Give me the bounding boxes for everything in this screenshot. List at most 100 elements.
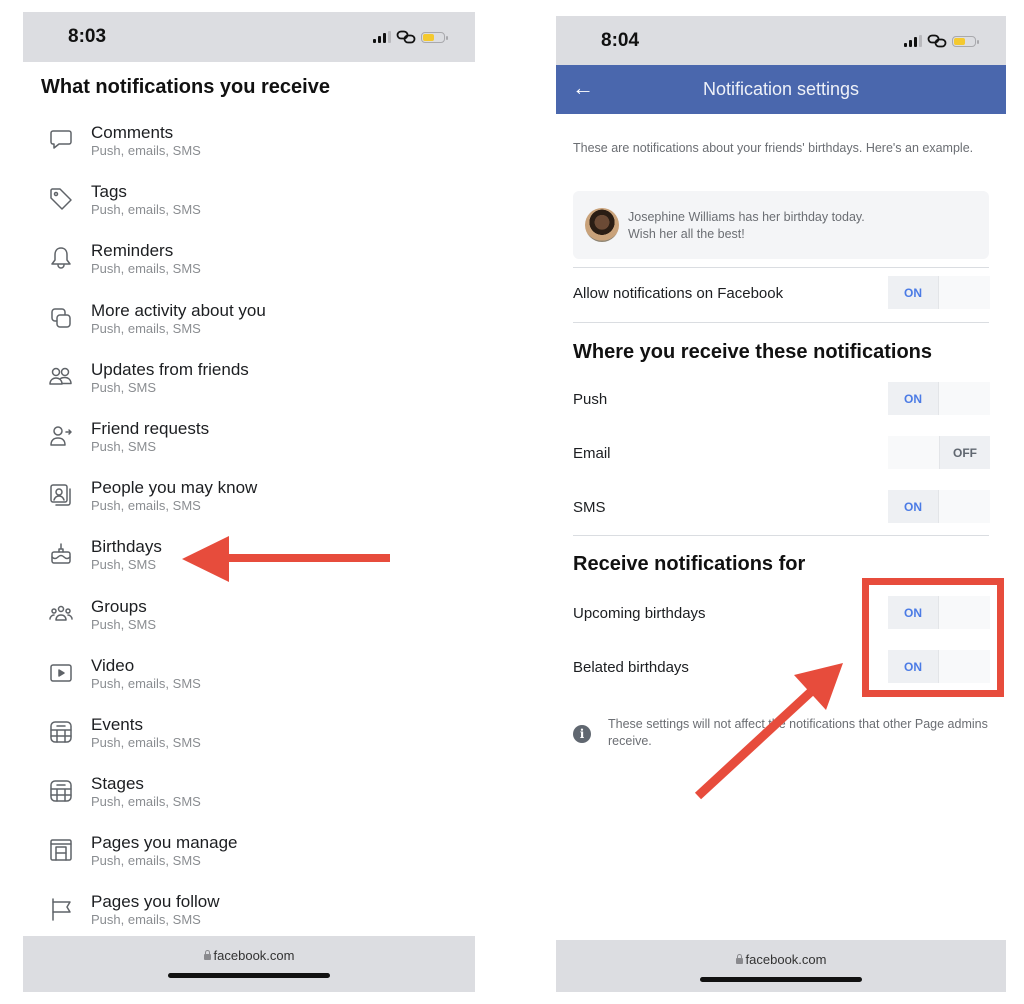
item-channels: Push, SMS xyxy=(91,557,157,573)
url-bar[interactable]: facebook.com xyxy=(23,948,475,963)
item-name: Comments xyxy=(91,123,174,142)
item-name: Birthdays xyxy=(91,537,162,557)
calendar-icon xyxy=(47,777,75,805)
toggle-on-segment: ON xyxy=(888,490,939,523)
status-bar: 8:04 xyxy=(556,16,1006,66)
notification-item-stages[interactable]: Stages Push, emails, SMS xyxy=(23,771,475,830)
item-name: Updates from friends xyxy=(91,359,249,379)
comment-icon xyxy=(47,126,75,154)
left-screen: 8:03 What notifications you receive Comm… xyxy=(23,12,475,992)
divider xyxy=(573,322,989,323)
section-title: What notifications you receive xyxy=(41,76,330,98)
toggle-on-segment xyxy=(888,436,939,469)
push-row: Push ON xyxy=(573,382,990,418)
info-icon: i xyxy=(573,725,591,743)
link-icon xyxy=(927,34,947,48)
notification-item-more-activity[interactable]: More activity about you Push, emails, SMS xyxy=(23,298,475,357)
page-icon xyxy=(47,836,75,864)
toggle-off-segment xyxy=(939,276,990,309)
allow-notifications-toggle[interactable]: ON xyxy=(888,276,990,309)
item-channels: Push, emails, SMS xyxy=(91,320,201,336)
item-channels: Push, SMS xyxy=(91,616,157,632)
notification-item-reminders[interactable]: Reminders Push, emails, SMS xyxy=(23,238,475,297)
item-channels: Push, emails, SMS xyxy=(91,912,201,928)
item-name: Reminders xyxy=(91,241,174,261)
belated-birthdays-label: Belated birthdays xyxy=(573,659,689,676)
cake-icon xyxy=(47,540,75,568)
email-toggle[interactable]: OFF xyxy=(888,436,990,469)
email-label: Email xyxy=(573,445,611,462)
item-channels: Push, emails, SMS xyxy=(91,794,201,810)
toggle-on-segment: ON xyxy=(888,596,939,629)
sms-toggle[interactable]: ON xyxy=(888,490,990,523)
item-name: Events xyxy=(91,714,143,734)
item-channels: Push, emails, SMS xyxy=(91,143,201,158)
status-time: 8:03 xyxy=(68,26,107,47)
item-name: Friend requests xyxy=(91,418,210,438)
notification-item-video[interactable]: Video Push, emails, SMS xyxy=(23,653,475,712)
browser-bottom-bar: facebook.com xyxy=(23,936,475,992)
url-bar[interactable]: facebook.com xyxy=(556,952,1006,967)
intro-text: These are notifications about your frien… xyxy=(573,141,974,155)
notification-item-groups[interactable]: Groups Push, SMS xyxy=(23,594,475,653)
notification-item-events[interactable]: Events Push, emails, SMS xyxy=(23,712,475,771)
belated-birthdays-toggle[interactable]: ON xyxy=(888,650,990,683)
belated-birthdays-row: Belated birthdays ON xyxy=(573,650,990,686)
item-channels: Push, emails, SMS xyxy=(91,202,201,218)
item-channels: Push, SMS xyxy=(91,379,157,395)
notification-item-tags[interactable]: Tags Push, emails, SMS xyxy=(23,179,475,238)
toggle-on-segment: ON xyxy=(888,382,939,415)
divider xyxy=(573,267,989,268)
url-text: facebook.com xyxy=(745,952,827,967)
groups-icon xyxy=(47,600,75,628)
item-name: People you may know xyxy=(91,478,258,498)
item-name: More activity about you xyxy=(91,300,266,320)
people-icon xyxy=(47,481,75,509)
upcoming-birthdays-toggle[interactable]: ON xyxy=(888,596,990,629)
link-icon xyxy=(396,30,416,44)
notification-item-friend-requests[interactable]: Friend requests Push, SMS xyxy=(23,416,475,475)
status-bar: 8:03 xyxy=(23,12,475,62)
toggle-on-segment: ON xyxy=(888,650,939,683)
app-header: ← Notification settings xyxy=(556,65,1006,114)
notification-item-pages-you-manage[interactable]: Pages you manage Push, emails, SMS xyxy=(23,830,475,889)
divider xyxy=(573,535,989,536)
item-channels: Push, emails, SMS xyxy=(91,675,201,691)
example-notification-card: Josephine Williams has her birthday toda… xyxy=(573,191,989,259)
toggle-off-segment xyxy=(939,382,990,415)
notification-item-updates-from-friends[interactable]: Updates from friends Push, SMS xyxy=(23,357,475,416)
example-line-1: Josephine Williams has her birthday toda… xyxy=(628,210,865,224)
push-toggle[interactable]: ON xyxy=(888,382,990,415)
right-screen: 8:04 ← Notification settings These are n… xyxy=(556,16,1006,992)
home-indicator[interactable] xyxy=(168,973,330,978)
battery-icon xyxy=(421,31,448,43)
system-indicators xyxy=(373,30,448,44)
home-indicator[interactable] xyxy=(700,977,862,982)
lock-icon xyxy=(203,950,211,960)
friend-request-icon xyxy=(47,422,75,450)
notification-item-birthdays[interactable]: Birthdays Push, SMS xyxy=(23,534,475,593)
item-channels: Push, emails, SMS xyxy=(91,498,201,514)
sms-label: SMS xyxy=(573,499,606,516)
notification-item-comments[interactable]: Comments Push, emails, SMS xyxy=(23,120,475,179)
avatar xyxy=(585,208,619,242)
receive-section-title: Receive notifications for xyxy=(573,553,806,575)
signal-icon xyxy=(904,35,922,47)
tag-icon xyxy=(47,185,75,213)
email-row: Email OFF xyxy=(573,436,990,472)
example-line-2: Wish her all the best! xyxy=(628,227,745,241)
toggle-off-segment: OFF xyxy=(939,436,990,469)
item-channels: Push, emails, SMS xyxy=(91,261,201,277)
status-time: 8:04 xyxy=(601,30,640,51)
item-name: Pages you manage xyxy=(91,833,238,853)
notification-type-list: Comments Push, emails, SMS Tags Push, emai… xyxy=(23,120,475,949)
item-name: Video xyxy=(91,655,135,675)
signal-icon xyxy=(373,31,391,43)
item-channels: Push, emails, SMS xyxy=(91,853,201,869)
info-note-text: These settings will not affect the notif… xyxy=(608,717,988,748)
item-name: Groups xyxy=(91,596,147,616)
video-icon xyxy=(47,659,75,687)
toggle-off-segment xyxy=(939,490,990,523)
item-name: Tags xyxy=(91,182,127,202)
notification-item-people-you-may-know[interactable]: People you may know Push, emails, SMS xyxy=(23,475,475,534)
